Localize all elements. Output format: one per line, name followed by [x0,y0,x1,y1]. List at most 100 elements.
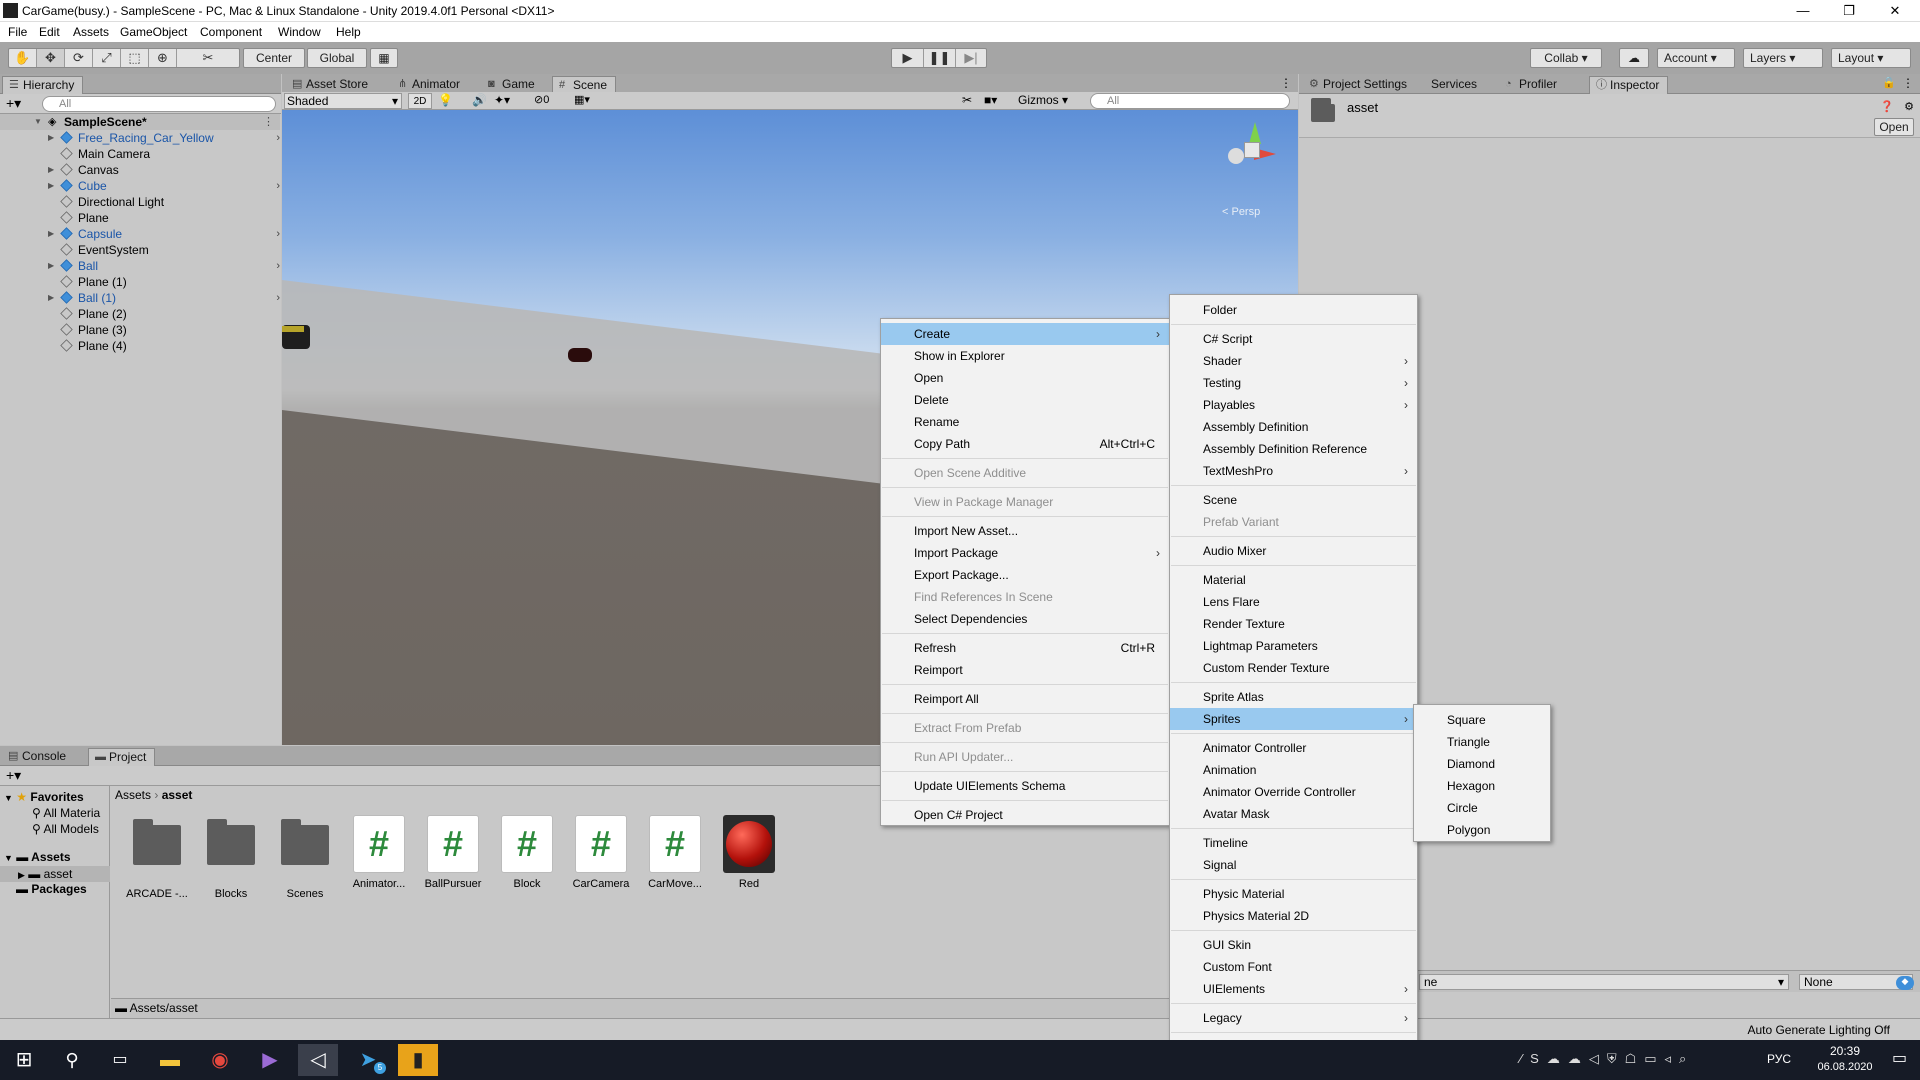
menu-item-assembly-definition-reference[interactable]: Assembly Definition Reference [1170,438,1417,460]
menu-item-signal[interactable]: Signal [1170,854,1417,876]
maximize-button[interactable]: ❐ [1826,0,1872,22]
menu-item-custom-render-texture[interactable]: Custom Render Texture [1170,657,1417,679]
rect-tool-icon[interactable]: ⬚ [121,49,149,67]
menu-item-update-uielements-schema[interactable]: Update UIElements Schema [881,775,1169,797]
visual-studio-icon[interactable]: ▶ [250,1044,290,1076]
menu-help[interactable]: Help [336,25,361,39]
scale-tool-icon[interactable]: ⤢ [93,49,121,67]
expand-arrow-icon[interactable]: ▶ [48,258,54,274]
menu-assets[interactable]: Assets [73,25,109,39]
hierarchy-item[interactable]: EventSystem [0,242,280,258]
menu-item-playables[interactable]: Playables › [1170,394,1417,416]
menu-item-extract-from-prefab[interactable]: Extract From Prefab [881,717,1169,739]
custom-tool-icon[interactable]: ✂ [177,49,239,67]
hierarchy-item[interactable]: Plane (2) [0,306,280,322]
menu-gameobject[interactable]: GameObject [120,25,187,39]
breadcrumb-assets[interactable]: Assets [115,788,151,802]
expand-arrow-icon[interactable]: ▶ [18,870,25,880]
asset-item[interactable]: # Animator... [344,815,414,890]
hierarchy-item[interactable]: ▶ Free_Racing_Car_Yellow › [0,130,280,146]
menu-item-prefab-variant[interactable]: Prefab Variant [1170,511,1417,533]
snap-icon[interactable]: ▦ [370,48,398,68]
menu-item-testing[interactable]: Testing › [1170,372,1417,394]
step-icon[interactable]: ▶| [956,49,986,67]
asset-item[interactable]: # CarMove... [640,815,710,890]
menu-item-uielements[interactable]: UIElements › [1170,978,1417,1000]
expand-arrow-icon[interactable]: ▶ [48,290,54,306]
hierarchy-item[interactable]: ▶ Ball › [0,258,280,274]
lighting-toggle-icon[interactable]: 💡 [438,93,453,107]
menu-item-sprites[interactable]: Sprites › [1170,708,1417,730]
asset-item[interactable]: Scenes [270,815,340,900]
cloud-icon[interactable]: ☁ [1619,48,1649,68]
layout-dropdown[interactable]: Layout ▾ [1831,48,1911,68]
menu-item-textmeshpro[interactable]: TextMeshPro › [1170,460,1417,482]
menu-item-run-api-updater[interactable]: Run API Updater... [881,746,1169,768]
menu-item-animation[interactable]: Animation [1170,759,1417,781]
menu-item-avatar-mask[interactable]: Avatar Mask [1170,803,1417,825]
menu-item-refresh[interactable]: Refresh Ctrl+R [881,637,1169,659]
menu-item-gui-skin[interactable]: GUI Skin [1170,934,1417,956]
breadcrumb-current[interactable]: asset [162,788,193,802]
menu-file[interactable]: File [8,25,27,39]
menu-item-material[interactable]: Material [1170,569,1417,591]
hierarchy-search-input[interactable]: All [42,96,276,112]
expand-arrow-icon[interactable]: ▶ [48,178,54,194]
minimize-button[interactable]: — [1780,0,1826,22]
pivot-center-toggle[interactable]: Center [243,48,305,68]
asset-item[interactable]: # BallPursuer [418,815,488,890]
menu-item-open[interactable]: Open [881,367,1169,389]
file-explorer-icon[interactable]: ▬ [150,1044,190,1076]
hidden-objects-counter[interactable]: ⊘0 [534,93,549,106]
expand-arrow-icon[interactable]: ▼ [4,793,13,803]
menu-item-custom-font[interactable]: Custom Font [1170,956,1417,978]
expand-arrow-icon[interactable]: ▶ [48,162,54,178]
hierarchy-item[interactable]: ▶ Ball (1) › [0,290,280,306]
menu-item-sprite-diamond[interactable]: Diamond [1414,753,1550,775]
chevron-right-icon[interactable]: › [276,290,280,306]
lighting-status[interactable]: Auto Generate Lighting Off [1747,1023,1890,1037]
hierarchy-item[interactable]: Main Camera [0,146,280,162]
expand-arrow-icon[interactable]: ▶ [48,226,54,242]
menu-item-lens-flare[interactable]: Lens Flare [1170,591,1417,613]
menu-item-render-texture[interactable]: Render Texture [1170,613,1417,635]
menu-item-sprite-polygon[interactable]: Polygon [1414,819,1550,841]
layers-dropdown[interactable]: Layers ▾ [1743,48,1823,68]
menu-item-reimport-all[interactable]: Reimport All [881,688,1169,710]
gizmo-y-axis[interactable] [1249,122,1261,144]
chevron-right-icon[interactable]: › [276,130,280,146]
chevron-right-icon[interactable]: › [276,178,280,194]
asset-item[interactable]: # Block [492,815,562,890]
menu-item-import-new-asset[interactable]: Import New Asset... [881,520,1169,542]
tab-hierarchy[interactable]: ☰ Hierarchy [2,76,84,94]
lock-icon[interactable]: 🔒 [1882,76,1896,89]
scene-search-input[interactable]: All [1090,93,1290,109]
tab-project-settings[interactable]: ⚙ Project Settings [1303,76,1415,94]
shading-mode-dropdown[interactable]: Shaded ▾ [284,93,402,109]
menu-item-find-references-in-scene[interactable]: Find References In Scene [881,586,1169,608]
menu-item-sprite-triangle[interactable]: Triangle [1414,731,1550,753]
menu-item-sprite-circle[interactable]: Circle [1414,797,1550,819]
presentation-app-icon[interactable]: ▮ [398,1044,438,1076]
clock-time[interactable]: 20:39 [1816,1044,1874,1058]
menu-item-sprite-hexagon[interactable]: Hexagon [1414,775,1550,797]
hand-tool-icon[interactable]: ✋ [9,49,37,67]
menu-item-shader[interactable]: Shader › [1170,350,1417,372]
expand-arrow-icon[interactable]: ▼ [4,853,13,863]
menu-item-delete[interactable]: Delete [881,389,1169,411]
menu-edit[interactable]: Edit [39,25,60,39]
inspector-menu-icon[interactable]: ⋮ [1902,76,1914,90]
hierarchy-item[interactable]: Plane (3) [0,322,280,338]
menu-item-animator-override-controller[interactable]: Animator Override Controller [1170,781,1417,803]
rotate-tool-icon[interactable]: ⟳ [65,49,93,67]
menu-component[interactable]: Component [200,25,262,39]
hierarchy-item[interactable]: ▶ Cube › [0,178,280,194]
asset-bundle-dropdown[interactable]: ne ▾ [1419,974,1789,990]
open-button[interactable]: Open [1874,118,1914,136]
asset-item[interactable]: Red [714,815,784,890]
menu-item-physic-material[interactable]: Physic Material [1170,883,1417,905]
notifications-icon[interactable]: ▭ [1892,1048,1907,1068]
favorite-all-materials[interactable]: ⚲ All Materia [32,806,100,820]
tab-inspector[interactable]: ⓘ Inspector [1589,76,1669,94]
perspective-label[interactable]: < Persp [1222,206,1260,218]
